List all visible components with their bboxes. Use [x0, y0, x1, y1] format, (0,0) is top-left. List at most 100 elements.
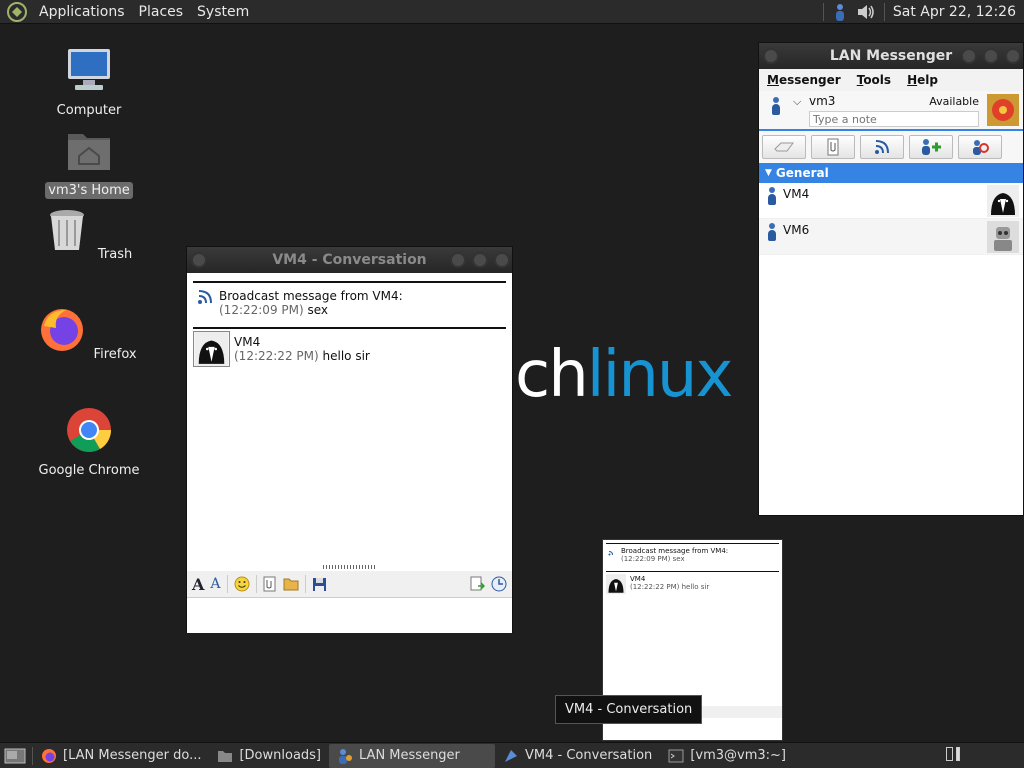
preview-message: VM4 (12:22:22 PM) hello sir — [606, 571, 779, 597]
group-header-general[interactable]: ▼ General — [759, 163, 1023, 183]
broadcast-button[interactable] — [860, 135, 904, 159]
firefox-icon — [41, 309, 84, 351]
contact-item[interactable]: VM6 — [759, 219, 1023, 255]
toolbar — [759, 131, 1023, 163]
transfers-icon[interactable] — [491, 576, 507, 592]
maximize-button[interactable] — [983, 48, 999, 64]
desktop-icon-chrome[interactable]: Google Chrome — [34, 406, 144, 479]
menu-applications[interactable]: Applications — [32, 0, 132, 24]
send-file-button[interactable] — [811, 135, 855, 159]
preview-broadcast: Broadcast message from VM4: (12:22:09 PM… — [606, 543, 779, 569]
message-history[interactable]: Broadcast message from VM4: (12:22:09 PM… — [193, 281, 506, 371]
volume-icon[interactable] — [856, 3, 876, 21]
contact-name: VM4 — [783, 187, 810, 201]
show-desktop-icon[interactable] — [4, 747, 26, 765]
taskbar-item-lan-messenger[interactable]: LAN Messenger — [329, 743, 496, 768]
desktop-icon-home[interactable]: vm3's Home — [34, 126, 144, 199]
wallpaper-logo: chlinux — [515, 338, 734, 412]
timestamp: (12:22:22 PM) — [234, 349, 319, 363]
status-dropdown-icon[interactable]: ⌵ — [793, 95, 801, 109]
status-text[interactable]: Available — [929, 95, 979, 108]
distro-logo-icon[interactable] — [6, 1, 28, 23]
send-folder-icon[interactable] — [283, 576, 299, 592]
wallpaper-logo-part: linux — [586, 338, 734, 412]
taskbar-item-lan-messenger-downloads[interactable]: [LAN Messenger do... — [33, 744, 209, 768]
contact-avatar-dog — [987, 185, 1019, 217]
save-icon[interactable] — [312, 577, 327, 592]
conversation-window: VM4 - Conversation Broadcast message fro… — [186, 246, 513, 633]
format-toolbar: A A — [187, 571, 512, 597]
titlebar[interactable]: VM4 - Conversation — [187, 247, 512, 273]
add-contact-button[interactable] — [909, 135, 953, 159]
menu-messenger[interactable]: Messenger — [759, 73, 849, 87]
taskbar: [LAN Messenger do... [Downloads] LAN Mes… — [0, 742, 1024, 768]
user-name: vm3 — [809, 94, 836, 108]
user-status-icon[interactable] — [771, 97, 781, 115]
expand-arrow-icon: ▼ — [765, 168, 772, 178]
taskbar-tooltip: VM4 - Conversation — [555, 695, 703, 724]
window-menu-button[interactable] — [763, 48, 779, 64]
desktop-icon-label: Trash — [97, 247, 133, 262]
minimize-button[interactable] — [961, 48, 977, 64]
taskbar-item-downloads[interactable]: [Downloads] — [209, 744, 329, 768]
desktop-icon-trash[interactable]: Trash — [34, 206, 144, 263]
menu-rest: essenger — [778, 73, 841, 87]
smiley-icon[interactable] — [234, 576, 250, 592]
menu-tools[interactable]: Tools — [849, 73, 899, 87]
menubar: Messenger Tools Help — [759, 69, 1023, 91]
workspace-1[interactable] — [946, 747, 953, 761]
add-contact-icon — [922, 139, 941, 155]
paperclip-icon — [827, 138, 839, 156]
wallpaper-logo-part: ch — [515, 338, 589, 412]
broadcast-header: Broadcast message from VM4: — [219, 289, 403, 303]
font-icon[interactable]: A — [192, 575, 204, 594]
broadcast-body: (12:22:09 PM) sex — [219, 303, 506, 317]
contact-name: VM6 — [783, 223, 810, 237]
titlebar[interactable]: LAN Messenger — [759, 43, 1023, 69]
eraser-icon — [774, 142, 794, 152]
separator — [883, 3, 885, 21]
user-avatar[interactable] — [987, 94, 1019, 126]
refresh-button[interactable] — [958, 135, 1002, 159]
taskbar-item-label: VM4 - Conversation — [525, 748, 653, 763]
message-input[interactable] — [187, 597, 512, 633]
menu-help[interactable]: Help — [899, 73, 946, 87]
clock[interactable]: Sat Apr 22, 12:26 — [893, 4, 1020, 20]
sender-avatar-dog — [193, 331, 230, 367]
trash-icon — [49, 210, 84, 250]
close-button[interactable] — [1005, 48, 1021, 64]
maximize-button[interactable] — [472, 252, 488, 268]
contact-status-icon — [767, 187, 777, 205]
note-input[interactable] — [809, 111, 979, 127]
folder-icon — [218, 750, 233, 762]
taskbar-item-terminal[interactable]: [vm3@vm3:~] — [660, 744, 794, 768]
chrome-icon — [67, 408, 111, 452]
workspace-switcher[interactable] — [946, 747, 960, 761]
contact-item[interactable]: VM4 — [759, 183, 1023, 219]
menu-rest: elp — [917, 73, 938, 87]
menu-system[interactable]: System — [190, 0, 256, 24]
user-panel: ⌵ vm3 Available — [759, 91, 1023, 131]
menu-places[interactable]: Places — [132, 0, 191, 24]
preview-message-line: (12:22:22 PM) hello sir — [630, 583, 710, 591]
workspace-2[interactable] — [956, 747, 960, 761]
desktop-icon-label: vm3's Home — [45, 182, 133, 199]
taskbar-item-conversation[interactable]: VM4 - Conversation — [495, 744, 660, 768]
desktop-icon-label: Computer — [56, 103, 122, 118]
window-menu-button[interactable] — [191, 252, 207, 268]
send-file-icon[interactable] — [263, 576, 277, 592]
separator — [304, 575, 306, 593]
lan-messenger-tray-icon[interactable] — [832, 3, 848, 21]
broadcast-message: Broadcast message from VM4: (12:22:09 PM… — [193, 281, 506, 327]
chat-message: VM4 (12:22:22 PM) hello sir — [193, 327, 506, 371]
desktop-icon-computer[interactable]: Computer — [34, 46, 144, 119]
splitter-handle[interactable] — [323, 565, 377, 569]
history-icon[interactable] — [469, 576, 485, 592]
close-button[interactable] — [494, 252, 510, 268]
refresh-contacts-icon — [973, 140, 989, 155]
minimize-button[interactable] — [450, 252, 466, 268]
chat-button[interactable] — [762, 135, 806, 159]
desktop-icon-firefox[interactable]: Firefox — [34, 306, 144, 363]
message-text: sex — [307, 303, 329, 317]
font-color-icon[interactable]: A — [210, 576, 220, 592]
